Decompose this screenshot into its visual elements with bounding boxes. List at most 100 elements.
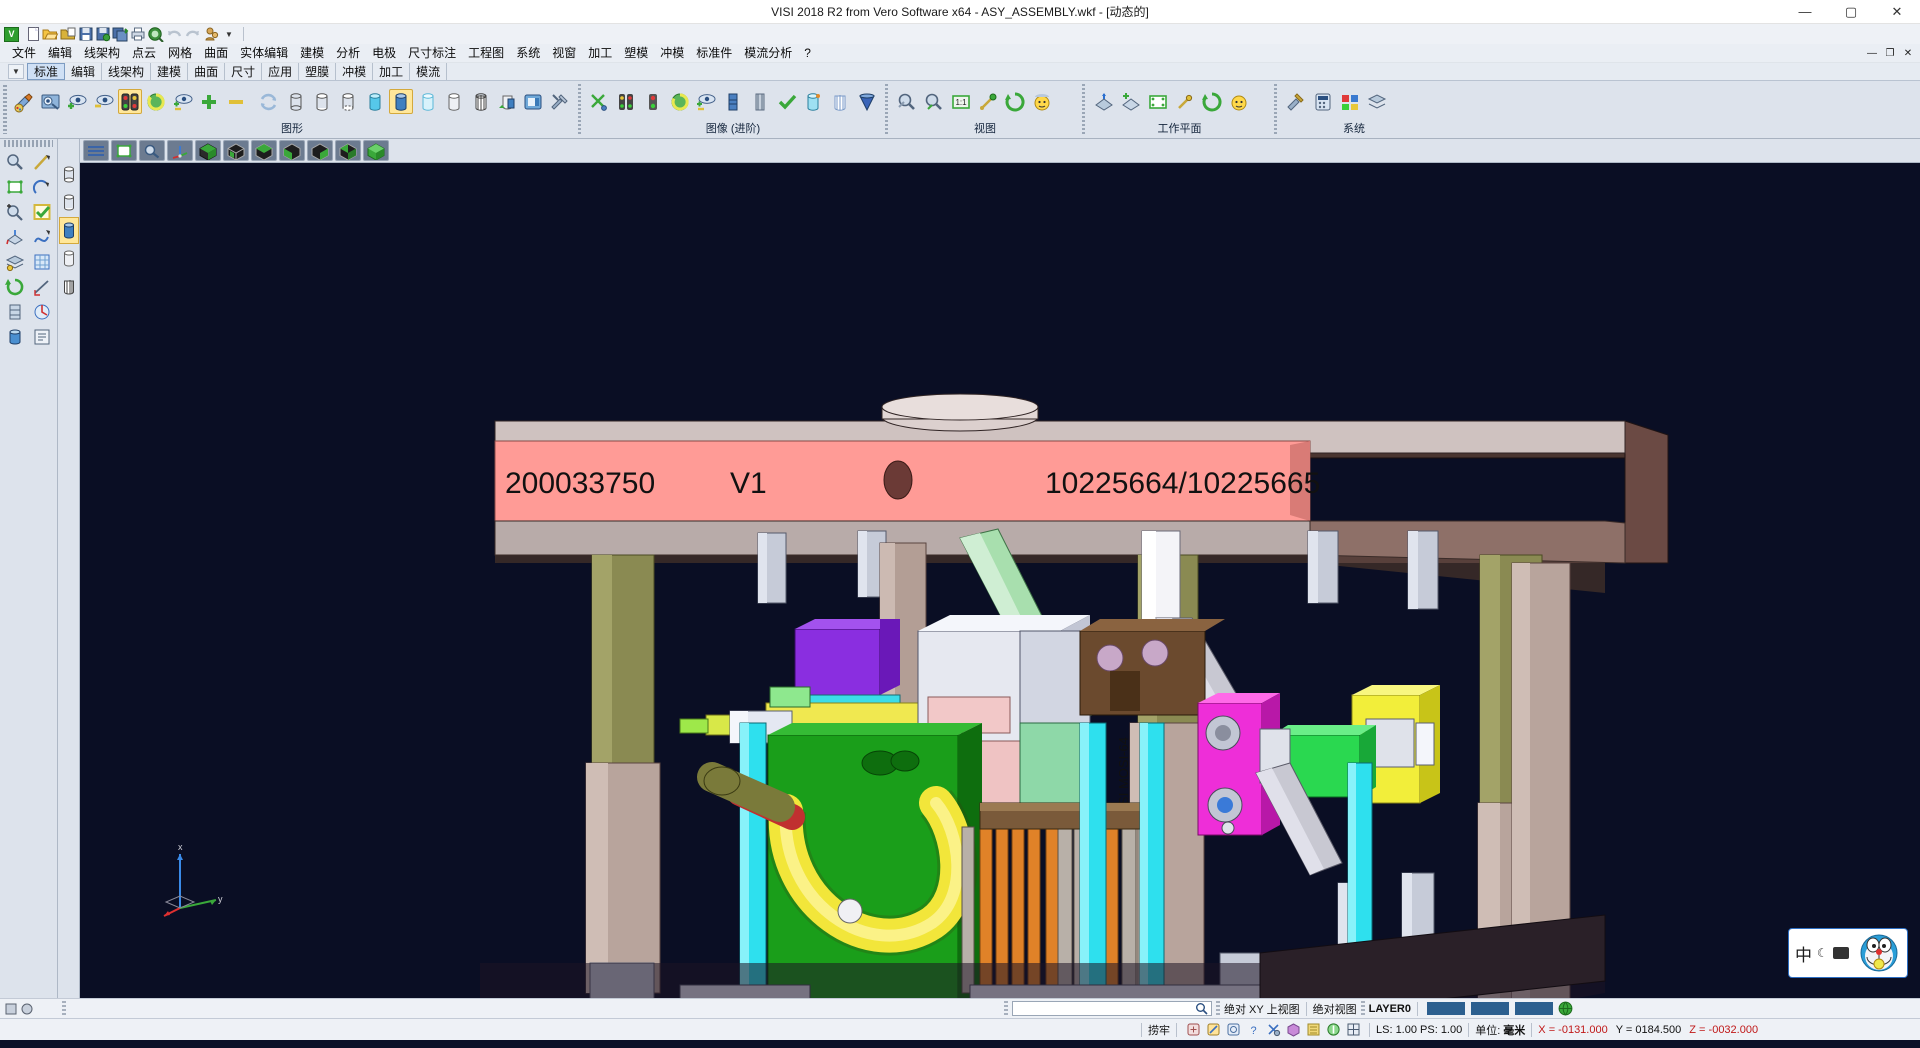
- save-icon[interactable]: [78, 26, 94, 42]
- zoom-tool-icon[interactable]: [2, 149, 28, 174]
- traffic-light-adv-icon[interactable]: [614, 89, 639, 114]
- wp-list-icon[interactable]: [1226, 89, 1251, 114]
- check-green-icon[interactable]: [774, 89, 799, 114]
- render-settings-icon[interactable]: [548, 89, 572, 114]
- wp-grid-icon[interactable]: [1172, 89, 1197, 114]
- sys-calc-icon[interactable]: [1310, 89, 1335, 114]
- attribute-icon[interactable]: [29, 324, 55, 349]
- menu-item-solid-edit[interactable]: 实体编辑: [234, 44, 294, 62]
- cylinder-hidden-side-icon[interactable]: [59, 189, 79, 216]
- zoom-in-out-icon[interactable]: [2, 199, 28, 224]
- shade-cone-icon[interactable]: [854, 89, 879, 114]
- cylinder-outline-icon[interactable]: [336, 89, 360, 114]
- traffic-light-icon[interactable]: [118, 89, 142, 114]
- status-grip-3[interactable]: [1216, 1001, 1220, 1017]
- snap-end-icon[interactable]: [1183, 1021, 1203, 1039]
- draw-line-icon[interactable]: [29, 149, 55, 174]
- open-icon[interactable]: [42, 26, 59, 42]
- layer-view-icon[interactable]: [38, 89, 62, 114]
- ime-language-label[interactable]: 中: [1795, 941, 1812, 966]
- refresh-green-icon[interactable]: [144, 89, 168, 114]
- rotate-dynamic-icon[interactable]: [1002, 89, 1027, 114]
- menu-item-analysis[interactable]: 分析: [330, 44, 366, 62]
- keyboard-icon[interactable]: [1833, 947, 1849, 959]
- left-toolbar-grip[interactable]: [4, 140, 53, 147]
- zoom-window-tool-icon[interactable]: [2, 174, 28, 199]
- menu-item-drafting[interactable]: 工程图: [462, 44, 510, 62]
- visibility-adv-icon[interactable]: [694, 89, 719, 114]
- macro-icon[interactable]: [202, 26, 220, 42]
- sys-settings-icon[interactable]: [1283, 89, 1308, 114]
- render-face-icon[interactable]: [1029, 89, 1054, 114]
- menu-item-die[interactable]: 冲模: [654, 44, 690, 62]
- layers-color-icon[interactable]: [2, 249, 28, 274]
- menu-item-mesh[interactable]: 网格: [162, 44, 198, 62]
- refresh-adv-icon[interactable]: [667, 89, 692, 114]
- cylinder-shade-edge-icon[interactable]: [389, 89, 413, 114]
- menu-item-surface[interactable]: 曲面: [198, 44, 234, 62]
- cylinder-mesh-icon[interactable]: [468, 89, 492, 114]
- units-value[interactable]: 毫米: [1503, 1022, 1525, 1038]
- wcs-tool-icon[interactable]: [2, 224, 28, 249]
- tab-surface[interactable]: 曲面: [188, 63, 225, 80]
- cylinder-transparent-icon[interactable]: [415, 89, 439, 114]
- menu-item-mold[interactable]: 塑模: [618, 44, 654, 62]
- show-remove-icon[interactable]: [91, 89, 115, 114]
- menu-item-machining[interactable]: 加工: [582, 44, 618, 62]
- menu-item-modeling[interactable]: 建模: [294, 44, 330, 62]
- draw-spline-icon[interactable]: [29, 224, 55, 249]
- ime-watermark[interactable]: 中 ☾: [1788, 928, 1908, 978]
- menu-item-edit[interactable]: 编辑: [42, 44, 78, 62]
- zoom-all-icon[interactable]: [921, 89, 946, 114]
- ribbon-dropdown-caret-icon[interactable]: ▼: [8, 64, 24, 79]
- save-as-icon[interactable]: [95, 26, 111, 42]
- layer-label[interactable]: LAYER0: [1369, 1003, 1411, 1015]
- regenerate-icon[interactable]: [257, 89, 281, 114]
- minus-yellow-icon[interactable]: [224, 89, 248, 114]
- maximize-button[interactable]: ▢: [1828, 0, 1874, 24]
- mdi-restore-button[interactable]: ❐: [1882, 48, 1898, 59]
- snap-quad-icon[interactable]: ?: [1243, 1021, 1263, 1039]
- cylinder-wire-side-icon[interactable]: [59, 161, 79, 188]
- undo-icon[interactable]: [166, 26, 183, 42]
- color-swatch-1[interactable]: [1427, 1002, 1465, 1015]
- sys-layers-icon[interactable]: [1364, 89, 1389, 114]
- wp-define-icon[interactable]: [1091, 89, 1116, 114]
- grid-tool-icon[interactable]: [29, 249, 55, 274]
- snap-tangent-icon[interactable]: [1323, 1021, 1343, 1039]
- wp-align-icon[interactable]: [1118, 89, 1143, 114]
- section-tool-icon[interactable]: [2, 299, 28, 324]
- menu-item-file[interactable]: 文件: [6, 44, 42, 62]
- cylinder-hidden-icon[interactable]: [310, 89, 334, 114]
- tab-edit[interactable]: 编辑: [65, 63, 102, 80]
- menu-item-dimension[interactable]: 尺寸标注: [402, 44, 462, 62]
- status-grip-2[interactable]: [1004, 1001, 1008, 1017]
- cylinder-shaded-side-icon[interactable]: [59, 217, 79, 244]
- fit-window-icon[interactable]: [111, 140, 137, 161]
- color-swatch-2[interactable]: [1471, 1002, 1509, 1015]
- status-grip-4[interactable]: [1361, 1001, 1365, 1017]
- tab-machining[interactable]: 加工: [373, 63, 410, 80]
- print-icon[interactable]: [130, 26, 146, 42]
- cad-viewport[interactable]: 200033750 V1 10225664/10225665: [80, 163, 1920, 998]
- check-green-tool-icon[interactable]: [29, 199, 55, 224]
- wcs-axes-icon[interactable]: [167, 140, 193, 161]
- preview-icon[interactable]: [147, 26, 165, 42]
- cylinder-adv-icon[interactable]: [801, 89, 826, 114]
- close-button[interactable]: ✕: [1874, 0, 1920, 24]
- status-icon-1[interactable]: [4, 1002, 18, 1016]
- mdi-minimize-button[interactable]: —: [1864, 48, 1880, 59]
- tab-wireframe[interactable]: 线架构: [102, 63, 151, 80]
- ribbon-grip[interactable]: [3, 85, 7, 134]
- tab-application[interactable]: 应用: [262, 63, 299, 80]
- measure-icon[interactable]: [29, 274, 55, 299]
- moon-icon[interactable]: ☾: [1817, 946, 1828, 960]
- cylinder-export-icon[interactable]: [495, 89, 519, 114]
- menu-item-wireframe[interactable]: 线架构: [78, 44, 126, 62]
- snap-perp-icon[interactable]: [1303, 1021, 1323, 1039]
- mdi-close-button[interactable]: ✕: [1900, 48, 1916, 59]
- cylinder-mesh-side-icon[interactable]: [59, 273, 79, 300]
- view-mode-label[interactable]: 绝对 XY 上视图: [1224, 1001, 1300, 1017]
- shade-tool-icon[interactable]: [2, 324, 28, 349]
- color-swatch-3[interactable]: [1515, 1002, 1553, 1015]
